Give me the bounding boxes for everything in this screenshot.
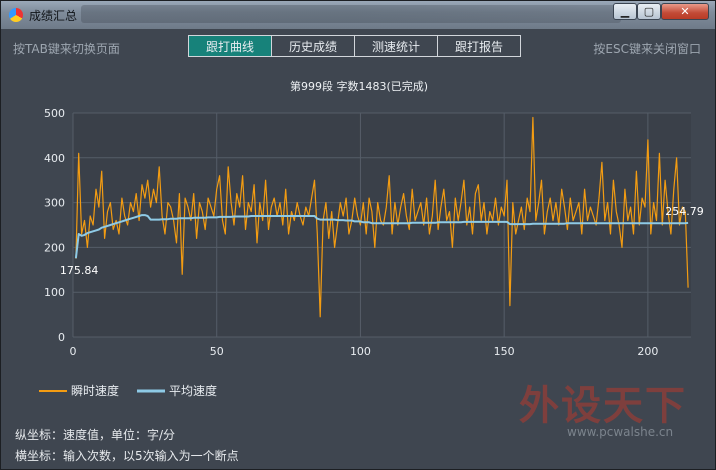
- x-tick-label: 150: [494, 345, 515, 358]
- y-tick-label: 0: [58, 331, 65, 344]
- y-tick-label: 500: [44, 107, 65, 120]
- legend-label: 瞬时速度: [71, 383, 119, 398]
- y-tick-label: 300: [44, 197, 65, 210]
- x-tick-label: 0: [70, 345, 77, 358]
- average-start-label: 175.84: [60, 264, 99, 277]
- speed-chart: 0 100 200 300 400 500 0 50 100 150 200 175.84 254.79…: [39, 107, 704, 398]
- results-summary-window: 成绩汇总 ▁ ▢ ✕ 按TAB键来切换页面 按ESC键来关闭窗口 跟打曲线 历史…: [0, 0, 716, 470]
- y-axis-note: 纵坐标：速度值，单位：字/分: [15, 428, 176, 442]
- x-tick-label: 100: [350, 345, 371, 358]
- y-tick-label: 400: [44, 152, 65, 165]
- y-tick-label: 100: [44, 286, 65, 299]
- y-tick-label: 200: [44, 241, 65, 254]
- x-axis-note: 横坐标：输入次数，以5次输入为一个断点: [15, 449, 239, 463]
- watermark-url: www.pcwalshe.cn: [567, 425, 674, 439]
- watermark-logo: 外设天下 www.pcwalshe.cn: [519, 373, 709, 453]
- legend-label: 平均速度: [169, 383, 217, 398]
- x-tick-label: 50: [210, 345, 224, 358]
- x-tick-label: 200: [637, 345, 658, 358]
- average-end-label: 254.79: [665, 205, 704, 218]
- watermark-text: 外设天下: [519, 383, 687, 429]
